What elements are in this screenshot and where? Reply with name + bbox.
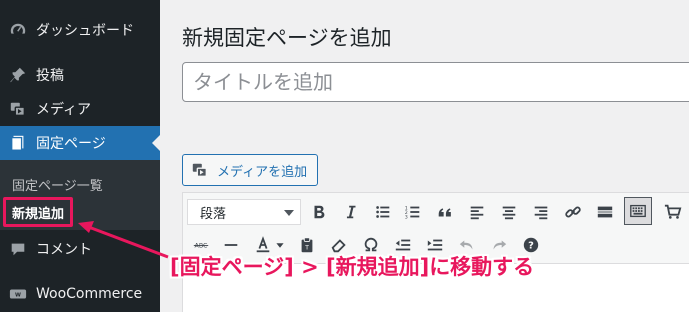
sidebar-item-label: コメント	[36, 242, 92, 258]
svg-text:3: 3	[405, 214, 408, 220]
dashboard-icon	[0, 21, 36, 39]
format-select-value: 段落	[200, 206, 227, 222]
align-right-icon	[534, 206, 548, 220]
cart-button[interactable]	[659, 198, 687, 226]
sidebar-item-comments[interactable]: コメント	[0, 232, 160, 266]
sidebar-item-label: WooCommerce	[36, 286, 143, 302]
add-media-button[interactable]: メディアを追加	[182, 154, 319, 186]
chevron-down-icon	[284, 210, 294, 216]
italic-button[interactable]	[337, 198, 365, 226]
pages-icon	[0, 134, 36, 152]
insert-link-button[interactable]	[559, 198, 587, 226]
media-icon	[191, 161, 211, 179]
numbered-list-button[interactable]: 123	[399, 198, 427, 226]
bold-icon	[314, 205, 325, 219]
bulleted-list-button[interactable]	[369, 198, 397, 226]
align-center-button[interactable]	[495, 198, 523, 226]
sidebar-item-label: メディア	[36, 102, 92, 118]
sidebar-item-label: 投稿	[36, 68, 64, 84]
align-left-button[interactable]	[463, 198, 491, 226]
page-title: 新規固定ページを追加	[182, 26, 392, 50]
align-left-icon	[470, 206, 484, 220]
toolbar-toggle-button[interactable]	[624, 197, 652, 225]
sidebar-item-dashboard[interactable]: ダッシュボード	[0, 13, 160, 47]
submenu-item-all-pages[interactable]: 固定ページ一覧	[12, 175, 103, 194]
comment-icon	[0, 240, 36, 258]
svg-text:ABC: ABC	[195, 243, 209, 250]
align-right-button[interactable]	[527, 198, 555, 226]
sidebar-item-woocommerce[interactable]: W WooCommerce	[0, 277, 160, 311]
annotation-highlight-box	[3, 197, 73, 227]
sidebar-item-posts[interactable]: 投稿	[0, 58, 160, 92]
svg-text:W: W	[15, 292, 21, 298]
add-media-label: メディアを追加	[217, 164, 308, 180]
keyboard-icon	[630, 204, 646, 218]
read-more-button[interactable]	[591, 198, 619, 226]
annotation-label: [固定ページ] > [新規追加]に移動する	[170, 255, 535, 279]
sidebar-item-media[interactable]: メディア	[0, 92, 160, 126]
wp-admin-screen: ダッシュボード 投稿 メディア 固定ページ 固定ページ一覧 新規追加 コメント …	[0, 0, 689, 312]
sidebar-item-pages[interactable]: 固定ページ	[0, 126, 160, 160]
pushpin-icon	[0, 66, 36, 84]
blockquote-button[interactable]	[431, 198, 459, 226]
link-icon	[565, 206, 581, 218]
admin-sidebar: ダッシュボード 投稿 メディア 固定ページ 固定ページ一覧 新規追加 コメント …	[0, 0, 160, 312]
woocommerce-icon: W	[0, 285, 36, 303]
numbered-list-icon: 123	[405, 205, 420, 220]
read-more-icon	[597, 206, 613, 218]
svg-text:?: ?	[528, 241, 534, 252]
format-select[interactable]: 段落	[187, 199, 301, 225]
bulleted-list-icon	[376, 206, 390, 218]
bold-button[interactable]	[305, 198, 333, 226]
quote-icon	[438, 208, 451, 217]
active-indicator-arrow	[152, 135, 160, 151]
italic-icon	[346, 205, 356, 219]
title-input[interactable]	[182, 62, 689, 102]
cart-icon	[664, 204, 682, 219]
sidebar-item-label: ダッシュボード	[36, 23, 134, 39]
media-icon	[0, 100, 36, 118]
sidebar-item-label: 固定ページ	[36, 136, 106, 152]
align-center-icon	[502, 206, 516, 220]
